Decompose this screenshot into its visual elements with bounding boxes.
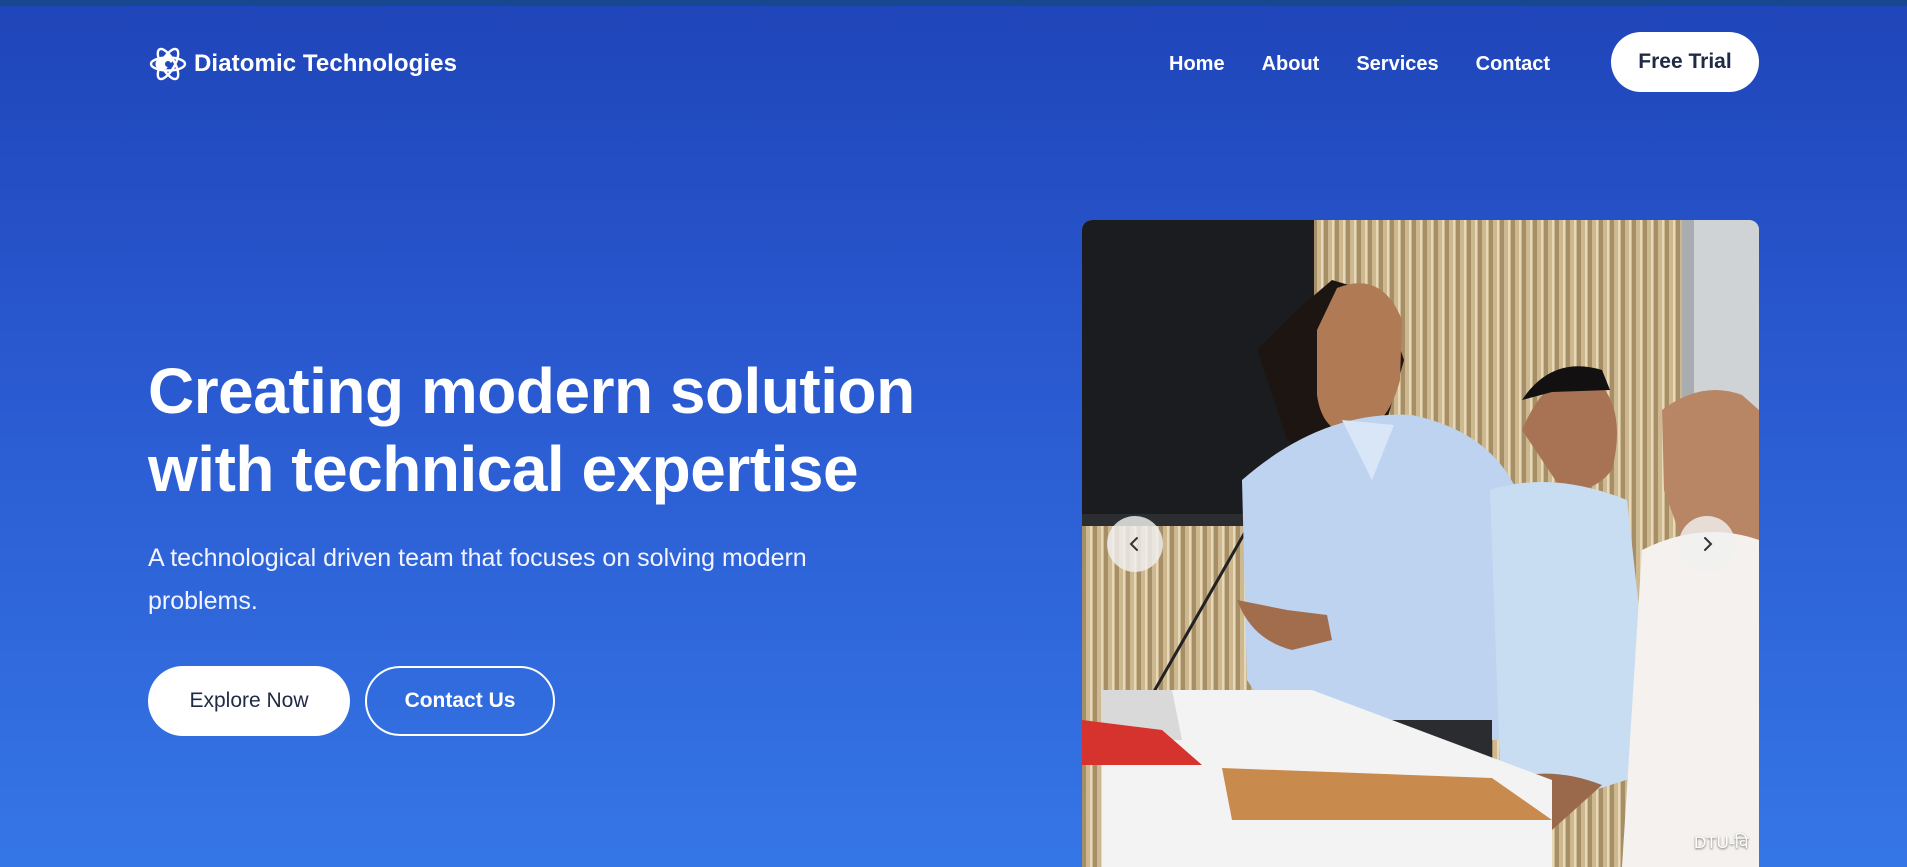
hero-title: Creating modern solution with technical …: [148, 352, 968, 508]
chevron-left-icon: [1129, 537, 1138, 551]
hero-title-line-2: with technical expertise: [148, 433, 859, 505]
brand-logo-link[interactable]: Diatomic Technologies: [148, 42, 457, 86]
carousel-caption: DTU-वि: [1694, 833, 1749, 852]
nav-link-contact[interactable]: Contact: [1476, 50, 1550, 78]
nav-link-services[interactable]: Services: [1356, 50, 1438, 78]
brand-name: Diatomic Technologies: [194, 50, 458, 77]
navbar: Diatomic Technologies Home About Service…: [0, 6, 1907, 118]
hero-title-line-1: Creating modern solution: [148, 355, 915, 427]
nav-link-about[interactable]: About: [1262, 50, 1320, 78]
image-carousel: DTU-वि: [1082, 220, 1759, 867]
chevron-right-icon: [1704, 537, 1713, 551]
free-trial-button[interactable]: Free Trial: [1611, 32, 1759, 92]
main-nav: Home About Services Contact: [1169, 50, 1550, 78]
atom-brain-icon: [149, 47, 187, 81]
hero-subtitle: A technological driven team that focuses…: [148, 544, 807, 615]
carousel-prev-button[interactable]: [1107, 516, 1163, 572]
nav-link-home[interactable]: Home: [1169, 50, 1225, 78]
carousel-photo: [1082, 220, 1759, 867]
carousel-next-button[interactable]: [1679, 516, 1735, 572]
contact-us-button[interactable]: Contact Us: [365, 666, 555, 736]
explore-now-button[interactable]: Explore Now: [148, 666, 350, 736]
